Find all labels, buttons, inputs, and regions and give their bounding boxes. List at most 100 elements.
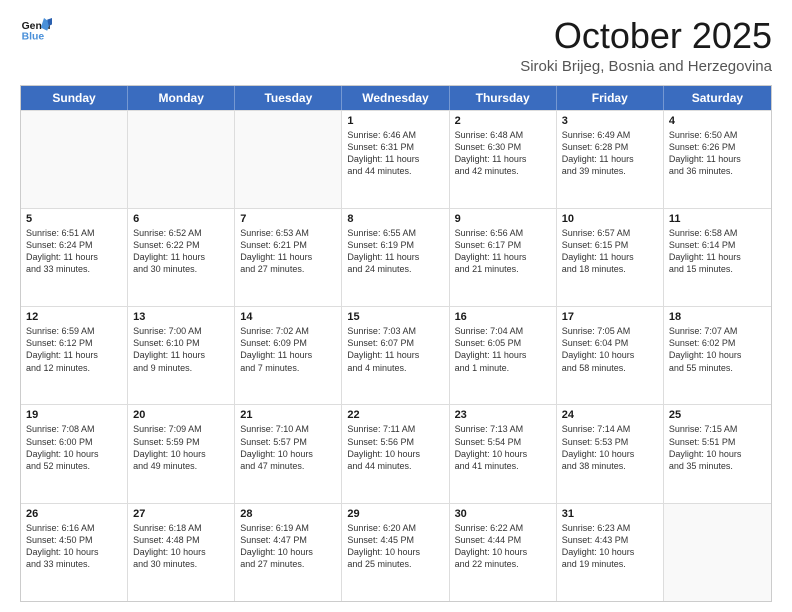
- calendar-cell: 29 Sunrise: 6:20 AM Sunset: 4:45 PM Dayli…: [342, 504, 449, 601]
- day-number: 7: [240, 213, 336, 225]
- weekday-header: Monday: [128, 86, 235, 110]
- calendar-cell: 9 Sunrise: 6:56 AM Sunset: 6:17 PM Daylig…: [450, 209, 557, 306]
- day-number: 9: [455, 213, 551, 225]
- day-info: Sunrise: 6:51 AM Sunset: 6:24 PM Dayligh…: [26, 227, 122, 276]
- weekday-header: Saturday: [664, 86, 771, 110]
- day-info: Sunrise: 7:04 AM Sunset: 6:05 PM Dayligh…: [455, 325, 551, 374]
- day-number: 22: [347, 409, 443, 421]
- day-info: Sunrise: 6:19 AM Sunset: 4:47 PM Dayligh…: [240, 522, 336, 571]
- day-info: Sunrise: 6:23 AM Sunset: 4:43 PM Dayligh…: [562, 522, 658, 571]
- calendar-cell: 23 Sunrise: 7:13 AM Sunset: 5:54 PM Dayli…: [450, 405, 557, 502]
- calendar-cell: 11Sunrise: 6:58 AM Sunset: 6:14 PM Dayli…: [664, 209, 771, 306]
- day-number: 1: [347, 115, 443, 127]
- day-number: 3: [562, 115, 658, 127]
- title-block: October 2025 Siroki Brijeg, Bosnia and H…: [520, 16, 772, 75]
- day-info: Sunrise: 6:22 AM Sunset: 4:44 PM Dayligh…: [455, 522, 551, 571]
- day-number: 16: [455, 311, 551, 323]
- page: General Blue October 2025 Siroki Brijeg,…: [0, 0, 792, 612]
- calendar-cell: 10 Sunrise: 6:57 AM Sunset: 6:15 PM Dayli…: [557, 209, 664, 306]
- day-info: Sunrise: 7:00 AM Sunset: 6:10 PM Dayligh…: [133, 325, 229, 374]
- calendar-cell: 15Sunrise: 7:03 AM Sunset: 6:07 PM Dayli…: [342, 307, 449, 404]
- weekday-header: Thursday: [450, 86, 557, 110]
- weekday-header: Wednesday: [342, 86, 449, 110]
- day-info: Sunrise: 6:59 AM Sunset: 6:12 PM Dayligh…: [26, 325, 122, 374]
- calendar-cell: 16 Sunrise: 7:04 AM Sunset: 6:05 PM Dayli…: [450, 307, 557, 404]
- calendar: SundayMondayTuesdayWednesdayThursdayFrid…: [20, 85, 772, 602]
- day-number: 26: [26, 508, 122, 520]
- calendar-cell: 19 Sunrise: 7:08 AM Sunset: 6:00 PM Dayli…: [21, 405, 128, 502]
- calendar-row: 1 Sunrise: 6:46 AM Sunset: 6:31 PM Daylig…: [21, 110, 771, 208]
- day-number: 18: [669, 311, 766, 323]
- day-number: 25: [669, 409, 766, 421]
- day-number: 19: [26, 409, 122, 421]
- location-title: Siroki Brijeg, Bosnia and Herzegovina: [520, 58, 772, 75]
- calendar-cell: 28 Sunrise: 6:19 AM Sunset: 4:47 PM Dayli…: [235, 504, 342, 601]
- day-number: 12: [26, 311, 122, 323]
- day-info: Sunrise: 6:58 AM Sunset: 6:14 PM Dayligh…: [669, 227, 766, 276]
- calendar-cell: 22 Sunrise: 7:11 AM Sunset: 5:56 PM Dayli…: [342, 405, 449, 502]
- calendar-cell: 27 Sunrise: 6:18 AM Sunset: 4:48 PM Dayli…: [128, 504, 235, 601]
- day-number: 4: [669, 115, 766, 127]
- calendar-row: 26 Sunrise: 6:16 AM Sunset: 4:50 PM Dayli…: [21, 503, 771, 601]
- calendar-cell: 7Sunrise: 6:53 AM Sunset: 6:21 PM Daylig…: [235, 209, 342, 306]
- calendar-cell: 1 Sunrise: 6:46 AM Sunset: 6:31 PM Daylig…: [342, 111, 449, 208]
- day-number: 17: [562, 311, 658, 323]
- calendar-cell: 21Sunrise: 7:10 AM Sunset: 5:57 PM Dayli…: [235, 405, 342, 502]
- weekday-header: Sunday: [21, 86, 128, 110]
- calendar-cell: [21, 111, 128, 208]
- day-info: Sunrise: 6:55 AM Sunset: 6:19 PM Dayligh…: [347, 227, 443, 276]
- calendar-cell: [235, 111, 342, 208]
- day-number: 23: [455, 409, 551, 421]
- day-number: 2: [455, 115, 551, 127]
- day-info: Sunrise: 6:46 AM Sunset: 6:31 PM Dayligh…: [347, 129, 443, 178]
- calendar-cell: 30 Sunrise: 6:22 AM Sunset: 4:44 PM Dayli…: [450, 504, 557, 601]
- calendar-cell: 5Sunrise: 6:51 AM Sunset: 6:24 PM Daylig…: [21, 209, 128, 306]
- logo: General Blue: [20, 16, 52, 44]
- day-number: 30: [455, 508, 551, 520]
- day-number: 29: [347, 508, 443, 520]
- calendar-cell: 13Sunrise: 7:00 AM Sunset: 6:10 PM Dayli…: [128, 307, 235, 404]
- day-info: Sunrise: 7:14 AM Sunset: 5:53 PM Dayligh…: [562, 423, 658, 472]
- logo-icon: General Blue: [20, 16, 52, 44]
- day-number: 28: [240, 508, 336, 520]
- day-info: Sunrise: 7:09 AM Sunset: 5:59 PM Dayligh…: [133, 423, 229, 472]
- day-info: Sunrise: 6:52 AM Sunset: 6:22 PM Dayligh…: [133, 227, 229, 276]
- day-info: Sunrise: 6:56 AM Sunset: 6:17 PM Dayligh…: [455, 227, 551, 276]
- day-info: Sunrise: 7:13 AM Sunset: 5:54 PM Dayligh…: [455, 423, 551, 472]
- calendar-cell: 26 Sunrise: 6:16 AM Sunset: 4:50 PM Dayli…: [21, 504, 128, 601]
- svg-text:Blue: Blue: [22, 32, 45, 43]
- calendar-row: 12 Sunrise: 6:59 AM Sunset: 6:12 PM Dayli…: [21, 306, 771, 404]
- day-info: Sunrise: 7:03 AM Sunset: 6:07 PM Dayligh…: [347, 325, 443, 374]
- day-number: 24: [562, 409, 658, 421]
- weekday-header: Tuesday: [235, 86, 342, 110]
- calendar-body: 1 Sunrise: 6:46 AM Sunset: 6:31 PM Daylig…: [21, 110, 771, 601]
- day-number: 27: [133, 508, 229, 520]
- calendar-cell: 24 Sunrise: 7:14 AM Sunset: 5:53 PM Dayli…: [557, 405, 664, 502]
- day-info: Sunrise: 7:08 AM Sunset: 6:00 PM Dayligh…: [26, 423, 122, 472]
- calendar-cell: 20 Sunrise: 7:09 AM Sunset: 5:59 PM Dayli…: [128, 405, 235, 502]
- day-info: Sunrise: 6:18 AM Sunset: 4:48 PM Dayligh…: [133, 522, 229, 571]
- day-number: 14: [240, 311, 336, 323]
- calendar-cell: 18Sunrise: 7:07 AM Sunset: 6:02 PM Dayli…: [664, 307, 771, 404]
- day-info: Sunrise: 6:57 AM Sunset: 6:15 PM Dayligh…: [562, 227, 658, 276]
- day-number: 31: [562, 508, 658, 520]
- calendar-cell: 25 Sunrise: 7:15 AM Sunset: 5:51 PM Dayli…: [664, 405, 771, 502]
- day-info: Sunrise: 7:11 AM Sunset: 5:56 PM Dayligh…: [347, 423, 443, 472]
- day-info: Sunrise: 6:20 AM Sunset: 4:45 PM Dayligh…: [347, 522, 443, 571]
- month-title: October 2025: [520, 16, 772, 56]
- weekday-header: Friday: [557, 86, 664, 110]
- day-number: 6: [133, 213, 229, 225]
- day-info: Sunrise: 7:02 AM Sunset: 6:09 PM Dayligh…: [240, 325, 336, 374]
- day-number: 10: [562, 213, 658, 225]
- calendar-row: 19 Sunrise: 7:08 AM Sunset: 6:00 PM Dayli…: [21, 404, 771, 502]
- calendar-cell: 4Sunrise: 6:50 AM Sunset: 6:26 PM Daylig…: [664, 111, 771, 208]
- day-number: 21: [240, 409, 336, 421]
- calendar-cell: 2Sunrise: 6:48 AM Sunset: 6:30 PM Daylig…: [450, 111, 557, 208]
- day-number: 20: [133, 409, 229, 421]
- calendar-cell: 31 Sunrise: 6:23 AM Sunset: 4:43 PM Dayli…: [557, 504, 664, 601]
- day-info: Sunrise: 6:16 AM Sunset: 4:50 PM Dayligh…: [26, 522, 122, 571]
- day-info: Sunrise: 7:15 AM Sunset: 5:51 PM Dayligh…: [669, 423, 766, 472]
- calendar-cell: [664, 504, 771, 601]
- calendar-cell: 17Sunrise: 7:05 AM Sunset: 6:04 PM Dayli…: [557, 307, 664, 404]
- day-number: 8: [347, 213, 443, 225]
